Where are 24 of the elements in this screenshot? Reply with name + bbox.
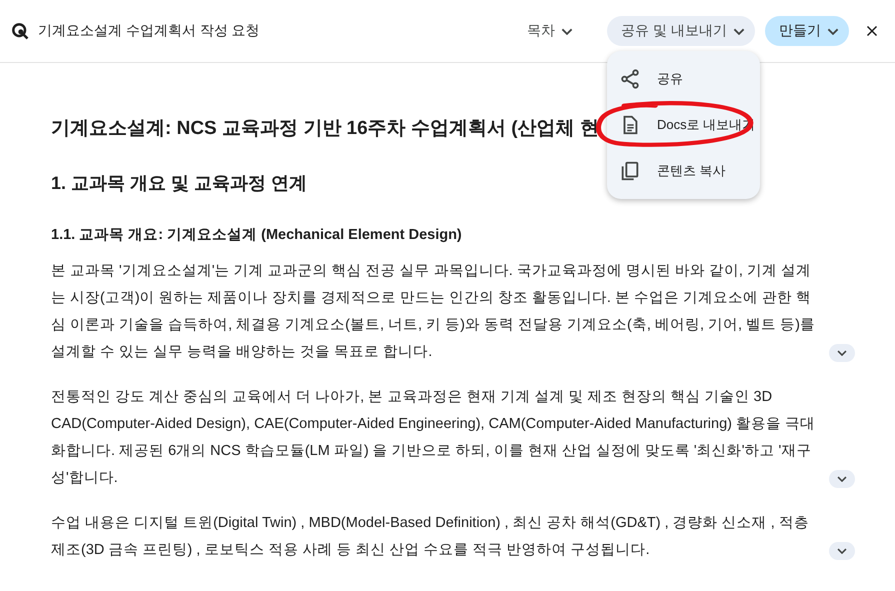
share-export-button[interactable]: 공유 및 내보내기 bbox=[607, 16, 755, 46]
chevron-down-icon bbox=[837, 548, 847, 554]
chevron-down-icon bbox=[827, 28, 839, 34]
chevron-down-icon bbox=[733, 28, 745, 34]
menu-item[interactable]: 콘텐츠 복사 bbox=[607, 148, 760, 194]
chevron-down-icon bbox=[561, 28, 574, 34]
subsection-heading: 1.1. 교과목 개요: 기계요소설계 (Mechanical Element Design) bbox=[51, 227, 462, 243]
chevron-down-icon bbox=[837, 476, 847, 482]
document-title: 기계요소설계: NCS 교육과정 기반 16주차 수업계획서 (산업체 현 bbox=[51, 118, 599, 139]
expand-button[interactable] bbox=[829, 470, 855, 488]
app-logo-icon bbox=[10, 21, 30, 41]
expand-button[interactable] bbox=[829, 344, 855, 362]
paragraph: 본 교과목 '기계요소설계'는 기계 교과군의 핵심 전공 실무 과목입니다. 국가교육과정에 명시된 바와 같이, 기계 설계는 시장(고객)이 원하는 제품이나 장치를 경제적으로 만드는 인간의 창조 활동입니다. 본 수업은 기계요소에 관한 핵심 이론과 기술을 습득하여, 체결용 기계요소(볼트, 너트, 키 등)와 동력 전달용 기계요소(축, 베어링, 기어, 벨트 등)를 설계할 수 있는 실무 능력을 배양하는 것을 목표로 합니다. bbox=[51, 262, 816, 362]
paragraph: 수업 내용은 디지털 트윈(Digital Twin) , MBD(Model-Based Definition) , 최신 공차 해석(GD&T) , 경량화 신소재 , 적층 제조(3D 금속 프린팅) , 로보틱스 적용 사례 등 최신 산업 수요를 적극 반영하여 구성됩니다. bbox=[51, 514, 810, 560]
paragraph: 전통적인 강도 계산 중심의 교육에서 더 나아가, 본 교육과정은 현재 기계 설계 및 제조 현장의 핵심 기술인 3D CAD(Computer-Aided Design), CAE(Computer-Aided Engineering), CAM(Computer-Aided Manufacturing) 활용을 극대화합니다. 제공된 6개의 NCS 학습모듈(LM 파일) 을 기반으로 하되, 이를 현재 산업 실정에 맞도록 '최신화'하고 '재구성'합니다. bbox=[51, 388, 816, 488]
section-heading: 1. 교과목 개요 및 교육과정 연계 bbox=[51, 173, 308, 193]
toc-button[interactable]: 목차 bbox=[513, 16, 584, 46]
share-icon bbox=[619, 68, 641, 90]
expand-button[interactable] bbox=[829, 542, 855, 560]
conversation-title: 기계요소설계 수업계획서 작성 요청 bbox=[38, 22, 260, 40]
copy-icon bbox=[619, 160, 641, 182]
chevron-down-icon bbox=[837, 350, 847, 356]
create-button[interactable]: 만들기 bbox=[765, 16, 849, 46]
menu-item[interactable]: 공유 bbox=[607, 56, 760, 102]
